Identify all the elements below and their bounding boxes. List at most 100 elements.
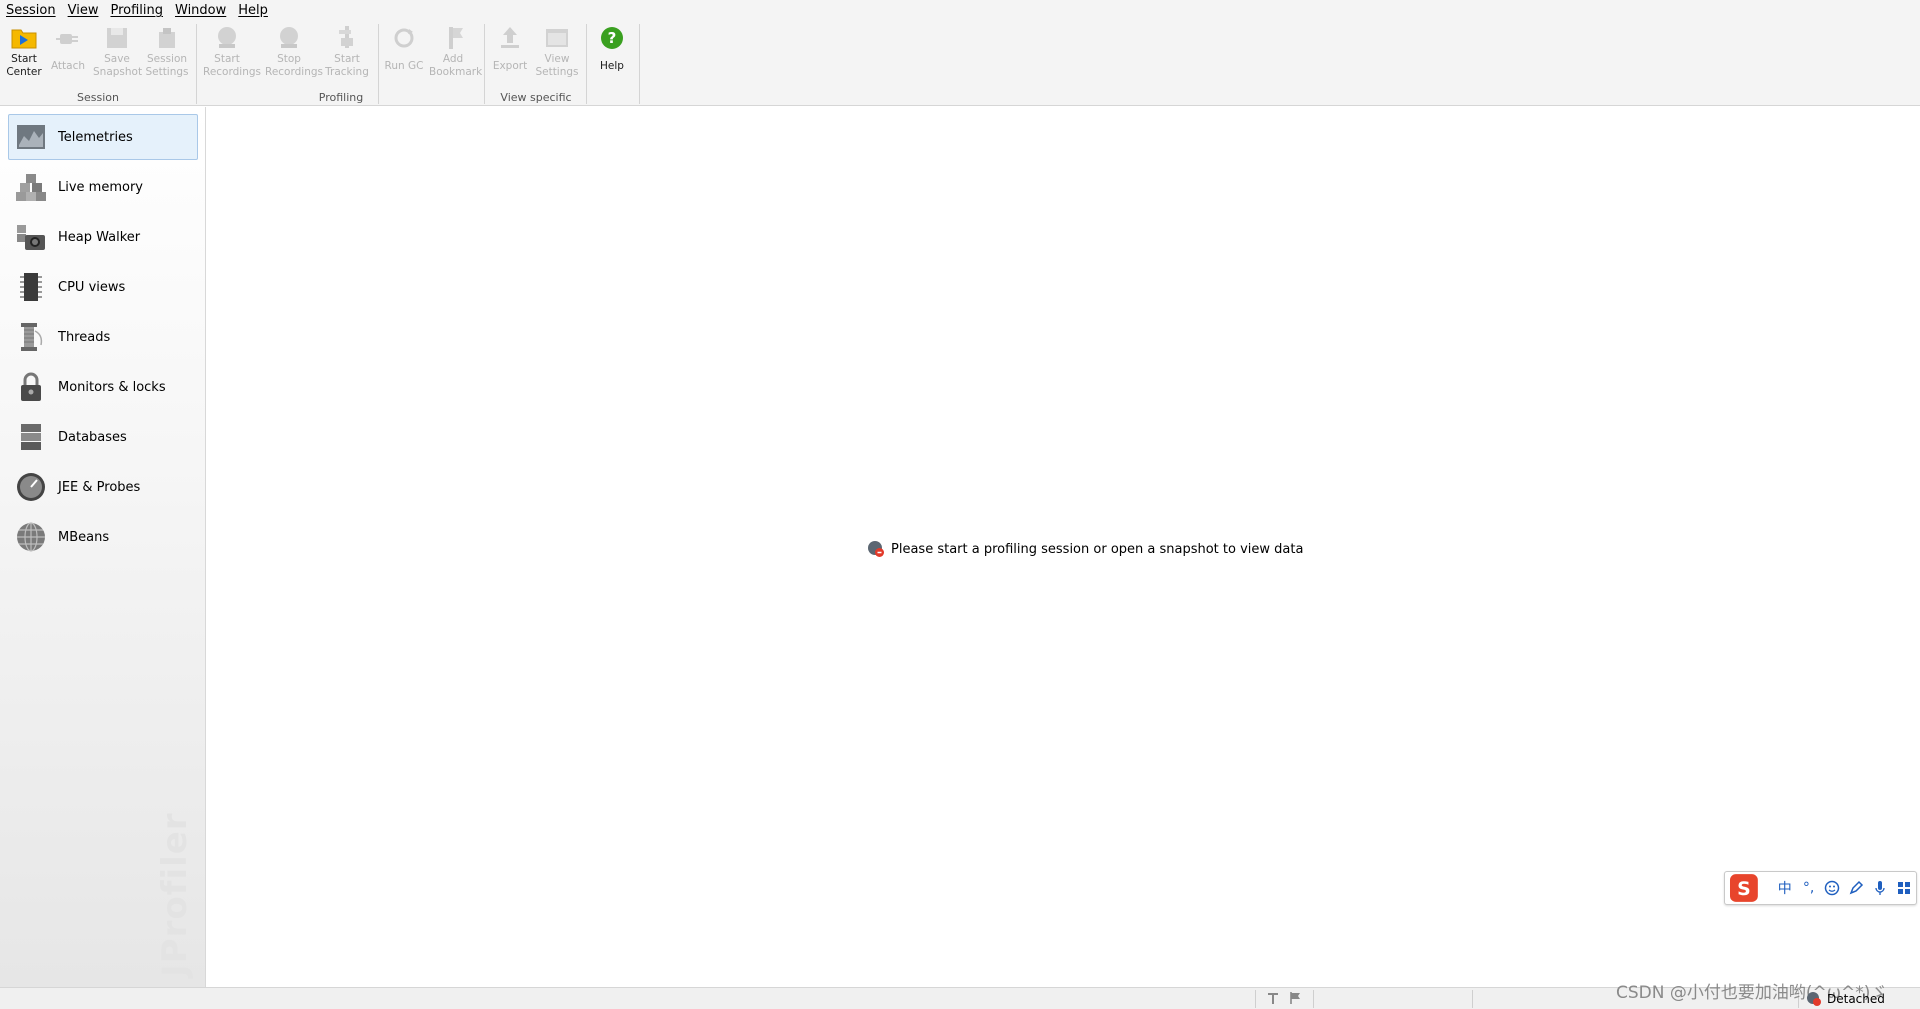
view-settings-label: View Settings [535, 53, 579, 78]
lock-icon [21, 372, 41, 401]
telemetries-icon [17, 125, 45, 149]
empty-state-text: Please start a profiling session or open… [891, 541, 1304, 557]
sidebar-item-live-memory[interactable]: Live memory [8, 164, 198, 210]
sidebar-item-monitors-locks[interactable]: Monitors & locks [8, 364, 198, 410]
toolbar-group-view-specific: Export View Settings View specific [486, 21, 586, 106]
help-button[interactable]: ? Help [588, 23, 636, 85]
databases-icon [21, 424, 41, 450]
status-separator [1255, 990, 1256, 1008]
toolbar-separator [484, 24, 485, 104]
menu-profiling[interactable]: Profiling [110, 3, 163, 18]
attach-button[interactable]: Attach [44, 23, 92, 85]
ime-toolbox-button[interactable] [1892, 876, 1916, 900]
menu-window[interactable]: Window [175, 3, 226, 18]
run-gc-label: Run GC [384, 60, 424, 72]
status-separator [1472, 990, 1473, 1008]
smiley-icon [1825, 880, 1840, 896]
toolbar-group-session: Start Center Attach Save Snapshot Sessio… [0, 21, 196, 106]
sidebar-item-label: JEE & Probes [58, 479, 141, 495]
pen-icon [1849, 880, 1864, 895]
toolbar-separator [639, 24, 640, 104]
view-settings-icon [546, 29, 568, 47]
toolbar: Start Center Attach Save Snapshot Sessio… [0, 21, 1920, 106]
threads-icon [21, 323, 43, 351]
start-tracking-icon [339, 26, 353, 48]
cpu-views-icon [20, 273, 42, 301]
ime-toolbar: S 中 °, [1724, 871, 1917, 905]
menu-session[interactable]: Session [6, 3, 56, 18]
save-snapshot-label: Save Snapshot [93, 53, 143, 78]
sidebar-item-label: Databases [58, 429, 127, 445]
run-gc-button[interactable]: Run GC [380, 23, 428, 85]
stop-recordings-label: Stop Recordings [265, 53, 323, 78]
start-center-label: Start Center [6, 53, 42, 78]
heap-walker-icon [17, 225, 45, 250]
start-center-button[interactable]: Start Center [0, 23, 48, 85]
pin-icon[interactable] [1266, 991, 1280, 1005]
export-icon [501, 27, 519, 48]
sidebar-item-heap-walker[interactable]: Heap Walker [8, 214, 198, 260]
start-tracking-button[interactable]: Start Tracking [323, 23, 371, 85]
export-button[interactable]: Export [486, 23, 534, 85]
microphone-icon [1875, 881, 1885, 895]
svg-text:S: S [1737, 878, 1751, 900]
sidebar-item-label: Live memory [58, 179, 143, 195]
ime-language-label: 中 [1777, 881, 1792, 897]
globe-icon [17, 522, 45, 552]
view-settings-button[interactable]: View Settings [533, 23, 581, 85]
session-disconnected-icon [868, 541, 884, 557]
gauge-icon [17, 473, 45, 501]
sidebar-item-label: Monitors & locks [58, 379, 166, 395]
connection-status-text: Detached [1827, 992, 1885, 1006]
ime-skin-button[interactable] [1844, 876, 1868, 900]
save-snapshot-button[interactable]: Save Snapshot [93, 23, 143, 85]
session-settings-button[interactable]: Session Settings [143, 23, 191, 85]
bookmark-icon [449, 27, 463, 49]
svg-text:?: ? [608, 29, 617, 47]
ime-emoji-button[interactable] [1821, 876, 1845, 900]
sidebar: Telemetries Live memory Heap Walker CPU … [0, 107, 206, 987]
start-tracking-label: Start Tracking [325, 53, 369, 78]
group-title-profiling: Profiling [318, 91, 364, 104]
empty-state-message: Please start a profiling session or open… [867, 540, 1303, 558]
detached-icon [1807, 992, 1821, 1006]
start-center-icon [11, 29, 37, 49]
toolbar-group-profiling: Start Recordings Stop Recordings Start T… [198, 21, 484, 106]
sidebar-item-threads[interactable]: Threads [8, 314, 198, 360]
sidebar-item-telemetries[interactable]: Telemetries [8, 114, 198, 160]
help-label: Help [600, 60, 624, 72]
menu-help[interactable]: Help [238, 3, 268, 18]
sogou-logo-icon[interactable]: S [1729, 873, 1759, 903]
stop-recordings-button[interactable]: Stop Recordings [265, 23, 323, 85]
export-label: Export [492, 60, 528, 72]
toolbar-separator [586, 24, 587, 104]
ime-punctuation-toggle[interactable]: °, [1797, 876, 1821, 900]
plug-icon [56, 34, 78, 44]
group-title-session: Session [77, 91, 119, 104]
start-recordings-icon [218, 27, 236, 48]
sidebar-item-label: MBeans [58, 529, 110, 545]
attach-label: Attach [50, 60, 86, 72]
ime-punctuation-label: °, [1802, 880, 1815, 896]
help-icon: ? [601, 27, 623, 49]
save-icon [107, 28, 127, 48]
start-recordings-button[interactable]: Start Recordings [203, 23, 261, 85]
ime-language-toggle[interactable]: 中 [1773, 876, 1797, 900]
sidebar-item-label: CPU views [58, 279, 126, 295]
menu-view[interactable]: View [68, 3, 99, 18]
status-separator [1313, 990, 1314, 1008]
session-settings-icon [159, 28, 175, 48]
add-bookmark-button[interactable]: Add Bookmark [429, 23, 482, 85]
sidebar-item-cpu-views[interactable]: CPU views [8, 264, 198, 310]
group-title-view-specific: View specific [500, 91, 572, 104]
sidebar-item-label: Telemetries [58, 129, 133, 145]
sidebar-item-databases[interactable]: Databases [8, 414, 198, 460]
sidebar-item-label: Heap Walker [58, 229, 141, 245]
toolbar-separator [196, 24, 197, 104]
ime-voice-button[interactable] [1868, 876, 1892, 900]
live-memory-icon [16, 174, 46, 201]
sidebar-item-mbeans[interactable]: MBeans [8, 514, 198, 560]
sidebar-item-jee-probes[interactable]: JEE & Probes [8, 464, 198, 510]
flag-icon[interactable] [1288, 991, 1302, 1005]
connection-status: Detached [1806, 991, 1885, 1007]
